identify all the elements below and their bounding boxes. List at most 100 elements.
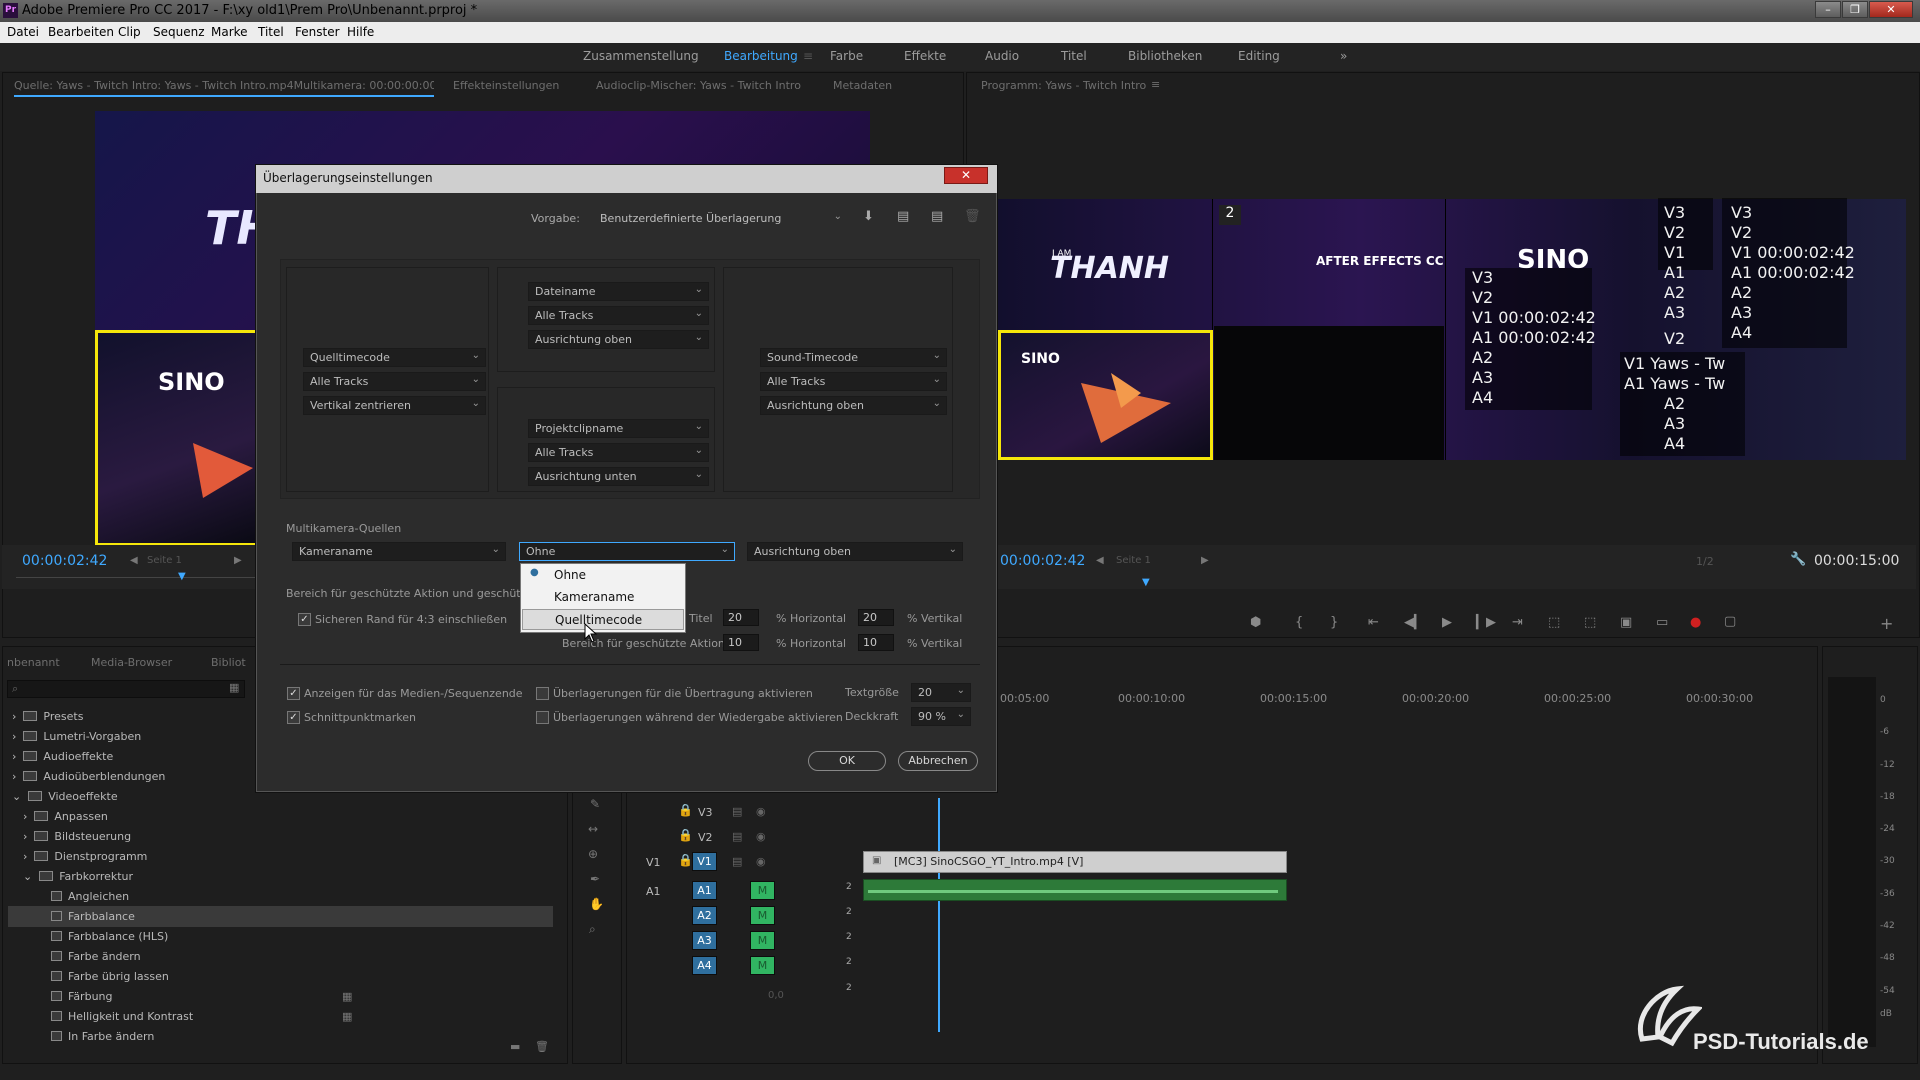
sync-lock-icon[interactable]: ▤ [732,830,742,843]
new-bin-icon[interactable]: ▦ [229,681,239,694]
workspace-effekte[interactable]: Effekte [904,49,946,63]
workspace-menu-icon[interactable]: ≡ [803,49,813,63]
top-center-content-select[interactable]: Dateiname ⌄ [528,282,709,301]
effects-item[interactable]: › Anpassen [23,810,108,823]
tab-metadata[interactable]: Metadaten [833,79,892,92]
text-size-select[interactable]: 20 ⌄ [911,683,971,702]
mark-out-icon[interactable]: } [1330,615,1338,630]
top-center-tracks-select[interactable]: Alle Tracks ⌄ [528,306,709,325]
effects-item[interactable]: Helligkeit und Kontrast [51,1010,193,1023]
bottom-center-align-select[interactable]: Ausrichtung unten ⌄ [528,467,709,486]
eye-icon[interactable]: ◉ [756,805,766,818]
source-timecode[interactable]: 00:00:02:42 [22,553,107,569]
record-icon[interactable]: ● [1690,615,1701,630]
wrench-icon[interactable]: 🔧 [1790,552,1806,567]
tab-media-browser[interactable]: Media-Browser [91,656,172,669]
video-clip[interactable]: ▣ [MC3] SinoCSGO_YT_Intro.mp4 [V] [863,851,1287,873]
program-page[interactable]: Seite 1 [1116,555,1151,566]
ok-button[interactable]: OK [808,751,886,771]
right-content-select[interactable]: Sound-Timecode ⌄ [760,348,947,367]
workspace-audio[interactable]: Audio [985,49,1019,63]
multicam-tracks-select[interactable]: Ohne ⌄ [519,542,735,561]
workspace-farbe[interactable]: Farbe [830,49,863,63]
maximize-icon[interactable]: ❐ [1842,1,1868,18]
zoom-tool-icon[interactable]: ⌕ [589,922,596,937]
effects-item[interactable]: Farbe ändern [51,950,141,963]
workspace-overflow-icon[interactable]: » [1340,49,1347,63]
eye-icon[interactable]: ◉ [756,855,766,868]
safe-margin-checkbox[interactable]: ✓ [298,613,311,626]
step-back-icon[interactable]: ◀▎ [1404,615,1424,630]
left-tracks-select[interactable]: Alle Tracks ⌄ [303,372,486,391]
menu-titel[interactable]: Titel [258,25,284,39]
new-folder-icon[interactable]: ▬ [510,1040,520,1053]
hand-tool-icon[interactable]: ✋ [589,897,604,911]
slide-tool-icon[interactable]: ⊕ [588,847,598,861]
import-preset-icon[interactable]: ▤ [897,209,909,224]
track-target-v1[interactable]: V1 [692,852,717,871]
tab-libraries[interactable]: Bibliot [211,656,246,669]
mute-button[interactable]: M [750,956,775,975]
tab-source[interactable]: Quelle: Yaws - Twitch Intro: Yaws - Twit… [14,79,434,92]
tab-effect-controls[interactable]: Effekteinstellungen [453,79,559,92]
effects-item[interactable]: › Audioeffekte [12,750,113,763]
right-align-select[interactable]: Ausrichtung oben ⌄ [760,396,947,415]
export-preset-icon[interactable]: ▤ [931,209,943,224]
dropdown-option-ohne[interactable]: ● Ohne [522,565,684,586]
track-target-a2[interactable]: A2 [692,906,717,925]
add-button-icon[interactable]: + [1880,614,1893,633]
workspace-zusammenstellung[interactable]: Zusammenstellung [583,49,699,63]
go-to-out-icon[interactable]: ⇥ [1512,615,1523,630]
effects-item[interactable]: › Lumetri-Vorgaben [12,730,141,743]
sync-lock-icon[interactable]: ▤ [732,805,742,818]
menu-fenster[interactable]: Fenster [295,25,340,39]
go-to-in-icon[interactable]: ⇤ [1368,615,1379,630]
delete-icon[interactable]: 🗑 [535,1040,549,1053]
timeline-playhead[interactable] [938,798,940,1032]
menu-hilfe[interactable]: Hilfe [347,25,374,39]
effects-item[interactable]: Angleichen [51,890,129,903]
effects-item[interactable]: › Dienstprogramm [23,850,147,863]
tab-program[interactable]: Programm: Yaws - Twitch Intro [981,79,1146,92]
cancel-button[interactable]: Abbrechen [898,751,978,771]
proxy-icon[interactable]: ▢ [1724,614,1736,629]
audio-clip[interactable] [863,879,1287,901]
effects-item[interactable]: ⌄ Farbkorrektur [23,870,133,883]
action-safe-h-input[interactable]: 10 [723,634,759,651]
bottom-center-tracks-select[interactable]: Alle Tracks ⌄ [528,443,709,462]
effects-item[interactable]: Farbe übrig lassen [51,970,169,983]
dropdown-option-kameraname[interactable]: Kameraname [522,587,684,608]
mute-button[interactable]: M [750,906,775,925]
minimize-icon[interactable]: – [1815,1,1841,18]
source-patch-v1[interactable]: V1 [646,856,661,869]
program-page-next-icon[interactable]: ▶ [1201,555,1209,566]
workspace-bearbeitung[interactable]: Bearbeitung [724,49,798,63]
effects-item[interactable]: › Bildsteuerung [23,830,131,843]
source-page[interactable]: Seite 1 [147,555,182,566]
mute-button[interactable]: M [750,881,775,900]
effects-item[interactable]: ⌄ Videoeffekte [12,790,118,803]
source-page-prev-icon[interactable]: ◀ [130,555,138,566]
effects-search-input[interactable]: ⌕ [7,680,245,698]
title-safe-v-input[interactable]: 20 [858,609,894,626]
mute-button[interactable]: M [750,931,775,950]
effects-item[interactable]: Färbung [51,990,113,1003]
master-volume[interactable]: 0,0 [768,990,784,1001]
delete-preset-icon[interactable]: 🗑 [964,209,981,224]
media-end-checkbox[interactable]: ✓ [287,687,300,700]
opacity-select[interactable]: 90 % ⌄ [911,707,971,726]
effects-item[interactable]: Farbbalance [51,910,135,923]
program-page-prev-icon[interactable]: ◀ [1096,555,1104,566]
bottom-center-content-select[interactable]: Projektclipname ⌄ [528,419,709,438]
sync-lock-icon[interactable]: ▤ [732,855,742,868]
workspace-titel[interactable]: Titel [1061,49,1087,63]
left-align-select[interactable]: Vertikal zentrieren ⌄ [303,396,486,415]
close-window-icon[interactable]: ✕ [1869,1,1913,18]
source-patch-a1[interactable]: A1 [646,885,661,898]
menu-sequenz[interactable]: Sequenz [153,25,205,39]
source-scrub-bar[interactable] [16,577,256,578]
menu-marke[interactable]: Marke [211,25,248,39]
pen-tool-icon[interactable]: ✒ [590,872,600,886]
tab-project[interactable]: nbenannt [7,656,60,669]
playback-checkbox[interactable] [536,711,549,724]
